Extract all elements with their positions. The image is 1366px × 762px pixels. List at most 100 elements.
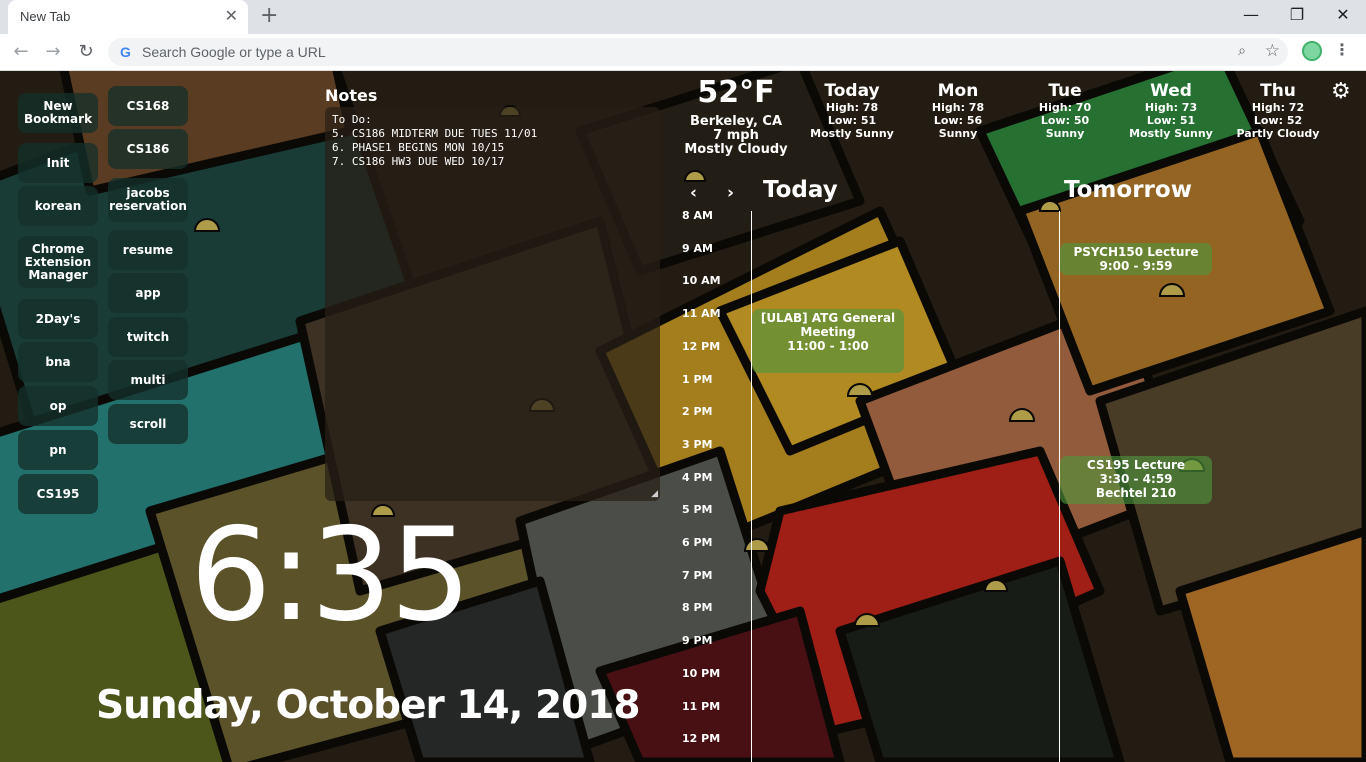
tab-strip: New Tab ✕ + — ❐ ✕: [0, 0, 1366, 34]
calendar-event[interactable]: CS195 Lecture 3:30 - 4:59 Bechtel 210: [1060, 456, 1212, 504]
calendar-event[interactable]: [ULAB] ATG General Meeting 11:00 - 1:00: [752, 309, 904, 373]
calendar-today-label: Today: [763, 177, 838, 203]
forecast-condition: Mostly Sunny: [810, 127, 894, 140]
hour-label: 6 PM: [682, 536, 713, 549]
hour-label: 8 PM: [682, 601, 713, 614]
bookmark-korean[interactable]: korean: [18, 186, 98, 226]
minimize-icon[interactable]: —: [1228, 4, 1274, 26]
bookmark-star-icon[interactable]: ☆: [1265, 41, 1280, 61]
browser-menu-icon[interactable]: ⋮: [1334, 40, 1350, 60]
forecast-high: High: 72: [1251, 101, 1305, 114]
forecast-day: Today: [824, 81, 880, 101]
clock-date: Sunday, October 14, 2018: [96, 683, 641, 728]
bookmark-scroll[interactable]: scroll: [108, 404, 188, 444]
bookmark-init[interactable]: Init: [18, 143, 98, 183]
bookmark-cs186[interactable]: CS186: [108, 129, 188, 169]
profile-avatar[interactable]: [1302, 41, 1322, 61]
bookmark-multi[interactable]: multi: [108, 360, 188, 400]
notes-content[interactable]: To Do: 5. CS186 MIDTERM DUE TUES 11/01 6…: [332, 113, 537, 169]
tab-new-tab[interactable]: New Tab ✕: [8, 0, 248, 34]
notes-textarea[interactable]: To Do: 5. CS186 MIDTERM DUE TUES 11/01 6…: [325, 107, 660, 501]
calendar-next-icon[interactable]: ›: [727, 183, 734, 203]
bookmark-op[interactable]: op: [18, 386, 98, 426]
bookmark-cs168[interactable]: CS168: [108, 86, 188, 126]
bookmark-jacobs-reservation[interactable]: jacobs reservation: [108, 178, 188, 222]
forecast-day: Thu: [1260, 81, 1296, 101]
forecast-high: High: 70: [1038, 101, 1092, 114]
hour-label: 4 PM: [682, 471, 713, 484]
hour-label: 1 PM: [682, 373, 713, 386]
address-input[interactable]: [142, 38, 1202, 66]
bookmark-resume[interactable]: resume: [108, 230, 188, 270]
zoom-icon[interactable]: ⌕: [1238, 43, 1246, 59]
forecast-low: Low: 51: [1146, 114, 1196, 127]
hour-label: 11 AM: [682, 307, 721, 320]
tab-title: New Tab: [20, 9, 71, 24]
today-column-divider: [751, 211, 752, 762]
forecast-tue: Tue High: 70 Low: 50 Sunny: [1010, 81, 1120, 140]
event-title: CS195 Lecture: [1086, 458, 1186, 472]
forecast-day: Mon: [937, 81, 979, 101]
forecast-high: High: 78: [825, 101, 879, 114]
new-tab-icon[interactable]: +: [260, 4, 278, 28]
forward-icon[interactable]: →: [40, 40, 66, 66]
forecast-high: High: 73: [1144, 101, 1198, 114]
forecast-high: High: 78: [931, 101, 985, 114]
bookmark-bna[interactable]: bna: [18, 342, 98, 382]
bookmark-2days[interactable]: 2Day's: [18, 299, 98, 339]
weather-condition: Mostly Cloudy: [684, 142, 788, 157]
bookmark-twitch[interactable]: twitch: [108, 317, 188, 357]
weather-wind: 7 mph: [713, 128, 759, 143]
event-time: 9:00 - 9:59: [1099, 259, 1173, 273]
hour-label: 12 PM: [682, 340, 721, 353]
calendar-prev-icon[interactable]: ‹: [690, 183, 697, 203]
event-title: [ULAB] ATG General Meeting: [760, 311, 896, 339]
hour-label: 11 PM: [682, 700, 721, 713]
hour-label: 12 PM: [682, 732, 721, 745]
event-title: PSYCH150 Lecture: [1073, 245, 1199, 259]
bookmark-pn[interactable]: pn: [18, 430, 98, 470]
hour-label: 10 AM: [682, 274, 721, 287]
bookmark-app[interactable]: app: [108, 273, 188, 313]
forecast-low: Low: 51: [827, 114, 877, 127]
bookmark-cs195[interactable]: CS195: [18, 474, 98, 514]
resize-grip-icon[interactable]: ◢: [651, 489, 658, 499]
hour-label: 9 AM: [682, 242, 713, 255]
forecast-day: Tue: [1048, 81, 1082, 101]
forecast-wed: Wed High: 73 Low: 51 Mostly Sunny: [1116, 81, 1226, 140]
settings-gear-icon[interactable]: ⚙: [1331, 80, 1351, 104]
close-tab-icon[interactable]: ✕: [225, 7, 238, 25]
bookmark-new-bookmark[interactable]: New Bookmark: [18, 93, 98, 133]
weather-location: Berkeley, CA: [689, 114, 783, 129]
browser-toolbar: ← → ↻ G ⌕ ☆: [0, 34, 1366, 71]
forecast-condition: Sunny: [1045, 127, 1085, 140]
hour-label: 3 PM: [682, 438, 713, 451]
forecast-low: Low: 50: [1040, 114, 1090, 127]
address-bar[interactable]: G ⌕ ☆: [108, 38, 1288, 66]
forecast-day: Wed: [1150, 81, 1192, 101]
event-time: 3:30 - 4:59: [1099, 472, 1173, 486]
forecast-mon: Mon High: 78 Low: 56 Sunny: [903, 81, 1013, 140]
forecast-thu: Thu High: 72 Low: 52 Partly Cloudy: [1223, 81, 1333, 140]
notes-title: Notes: [325, 86, 378, 105]
close-window-icon[interactable]: ✕: [1320, 4, 1366, 26]
reload-icon[interactable]: ↻: [73, 40, 99, 66]
hour-label: 10 PM: [682, 667, 721, 680]
hour-label: 9 PM: [682, 634, 713, 647]
hour-label: 8 AM: [682, 209, 713, 222]
forecast-low: Low: 52: [1253, 114, 1303, 127]
calendar-event[interactable]: PSYCH150 Lecture 9:00 - 9:59: [1060, 243, 1212, 275]
google-icon: G: [120, 44, 131, 60]
forecast-condition: Mostly Sunny: [1129, 127, 1213, 140]
hour-label: 2 PM: [682, 405, 713, 418]
forecast-condition: Sunny: [938, 127, 978, 140]
back-icon[interactable]: ←: [8, 40, 34, 66]
new-tab-page: New Bookmark Init korean Chrome Extensio…: [0, 71, 1366, 762]
event-time: 11:00 - 1:00: [787, 339, 869, 353]
forecast-condition: Partly Cloudy: [1236, 127, 1320, 140]
event-location: Bechtel 210: [1095, 486, 1177, 500]
restore-icon[interactable]: ❐: [1274, 4, 1320, 26]
calendar-tomorrow-label: Tomorrow: [1064, 177, 1192, 203]
bookmark-chrome-extension-manager[interactable]: Chrome Extension Manager: [18, 236, 98, 288]
forecast-low: Low: 56: [933, 114, 983, 127]
